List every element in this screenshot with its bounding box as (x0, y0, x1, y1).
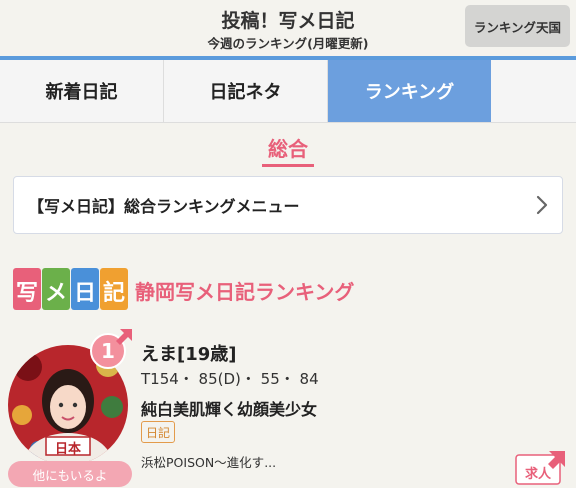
shame-diary-logo: 写 メ 日 記 (13, 268, 129, 310)
recruit-label: 求人 (524, 467, 551, 482)
tab-diary-topics[interactable]: 日記ネタ (164, 60, 328, 122)
tab-bar: 新着日記 日記ネタ ランキング (0, 56, 576, 123)
rank-up-arrow-icon (116, 329, 132, 345)
girl-name[interactable]: えま[19歳] (141, 340, 237, 366)
girl-stats: T154・ 85(D)・ 55・ 84 (141, 370, 319, 388)
logo-glyph: 写 (15, 280, 38, 306)
girl-catchphrase: 純白美肌輝く幼顔美少女 (141, 400, 318, 419)
section-heading: 総合 (0, 133, 576, 167)
shop-name[interactable]: 浜松POISON～進化す... (141, 452, 276, 471)
others-button[interactable]: 他にもいるよ (8, 461, 132, 487)
avatar-banner-text: 日本 (54, 442, 81, 457)
chevron-right-icon (536, 195, 548, 215)
tab-ranking[interactable]: ランキング (328, 60, 491, 122)
ranking-title: 静岡写メ日記ランキング (135, 280, 355, 304)
ranking-menu-link[interactable]: 【写メ日記】総合ランキングメニュー (13, 176, 563, 234)
ranking-heaven-button[interactable]: ランキング天国 (465, 5, 570, 47)
logo-glyph: メ (44, 280, 67, 306)
header: 投稿！写メ日記 今週のランキング(月曜更新) ランキング天国 (0, 0, 576, 56)
section-title: 総合 (262, 133, 314, 167)
recruit-link[interactable]: 求人 (515, 449, 567, 485)
ranking-menu-label: 【写メ日記】総合ランキングメニュー (28, 197, 300, 216)
diary-tag: 日記 (141, 421, 175, 443)
tab-new-diary[interactable]: 新着日記 (0, 60, 164, 122)
tab-bar-filler (491, 60, 576, 122)
logo-glyph: 記 (102, 280, 125, 306)
logo-glyph: 日 (73, 280, 96, 306)
